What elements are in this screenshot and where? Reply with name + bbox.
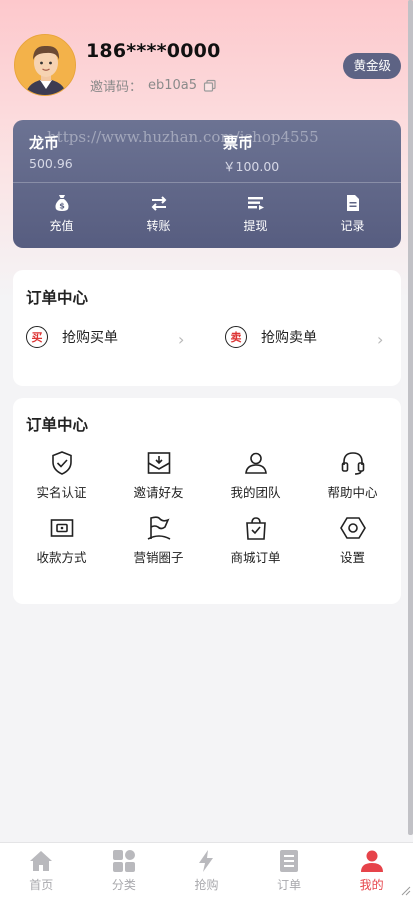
records-button[interactable]: 记录: [304, 193, 401, 243]
chevron-right-icon: ›: [377, 330, 384, 349]
menu-item-mall-orders[interactable]: 商城订单: [207, 515, 304, 566]
menu-item-help[interactable]: 帮助中心: [304, 450, 401, 501]
user-phone: 186****0000: [86, 40, 221, 62]
order-row-label: 抢购买单: [62, 330, 118, 346]
level-badge: 黄金级: [343, 53, 401, 79]
profile-header: 186****0000 邀请码： eb10a5 黄金级: [14, 34, 402, 100]
withdraw-button[interactable]: 提现: [207, 193, 304, 243]
order-center-card: 订单中心 买 抢购买单 › 卖 抢购卖单 ›: [13, 270, 401, 386]
withdraw-icon: [247, 197, 264, 210]
headset-icon: [341, 452, 364, 475]
chevron-right-icon: ›: [178, 330, 185, 349]
tab-label: 我的: [359, 878, 384, 892]
svg-text:$: $: [59, 202, 65, 211]
menu-item-label: 我的团队: [230, 485, 281, 500]
invite-code: eb10a5: [148, 78, 198, 93]
menu-item-real-name[interactable]: 实名认证: [13, 450, 110, 501]
person-icon: [244, 452, 267, 474]
balance-value: 500.96: [29, 156, 73, 171]
wallet-icon: [50, 519, 73, 537]
balance-value: ￥100.00: [223, 159, 280, 174]
recharge-button[interactable]: $ 充值: [13, 193, 110, 243]
copy-icon[interactable]: [203, 79, 217, 93]
invite-code-row: 邀请码： eb10a5: [90, 76, 217, 95]
tab-label: 订单: [277, 878, 302, 892]
menu-item-payment[interactable]: 收款方式: [13, 515, 110, 566]
tab-flash-buy[interactable]: 抢购: [165, 843, 248, 898]
order-list-icon: [280, 850, 299, 872]
lightning-icon: [199, 850, 214, 872]
card-title: 订单中心: [26, 416, 89, 434]
menu-item-label: 实名认证: [36, 485, 87, 500]
transfer-button[interactable]: 转账: [110, 193, 207, 243]
buy-tag-icon: 买: [26, 326, 48, 348]
action-label: 记录: [340, 219, 365, 233]
tab-label: 首页: [29, 878, 54, 892]
sell-tag-icon: 卖: [225, 326, 247, 348]
menu-item-team[interactable]: 我的团队: [207, 450, 304, 501]
service-menu-card: 订单中心 实名认证 邀请好友 我的团队 帮助中心 收款方式 营销圈子 商城订单: [13, 398, 401, 604]
shield-check-icon: [51, 451, 72, 475]
invite-label: 邀请码：: [90, 80, 143, 95]
menu-item-label: 收款方式: [36, 550, 87, 565]
wallet-divider: [13, 182, 401, 183]
menu-item-invite[interactable]: 邀请好友: [110, 450, 207, 501]
tab-label: 分类: [111, 878, 136, 892]
card-title: 订单中心: [26, 289, 89, 307]
bottom-tab-bar: 首页 分类 抢购 订单 我的: [0, 842, 413, 898]
money-bag-icon: $: [55, 195, 68, 211]
page-scrollbar[interactable]: [408, 0, 413, 835]
wallet-actions: $ 充值 转账 提现 记录: [13, 193, 401, 243]
menu-item-marketing[interactable]: 营销圈子: [110, 515, 207, 566]
category-grid-icon: [112, 850, 135, 872]
user-icon: [360, 850, 383, 872]
tab-category[interactable]: 分类: [83, 843, 166, 898]
menu-item-label: 帮助中心: [327, 485, 378, 500]
menu-item-label: 设置: [339, 550, 365, 565]
buy-orders-link[interactable]: 买 抢购买单: [26, 326, 118, 348]
service-grid: 实名认证 邀请好友 我的团队 帮助中心 收款方式 营销圈子 商城订单 设置: [13, 450, 401, 566]
shopping-bag-icon: [245, 517, 266, 540]
menu-item-label: 邀请好友: [133, 485, 184, 500]
tab-home[interactable]: 首页: [0, 843, 83, 898]
menu-item-settings[interactable]: 设置: [304, 515, 401, 566]
resize-handle-icon[interactable]: [399, 884, 411, 896]
action-label: 提现: [243, 219, 268, 233]
avatar[interactable]: [14, 34, 76, 96]
action-label: 转账: [146, 219, 171, 233]
sell-orders-link[interactable]: 卖 抢购卖单: [225, 326, 317, 348]
transfer-arrows-icon: [151, 196, 166, 211]
watermark-text: https://www.huzhan.com/ishop4555: [47, 128, 319, 146]
menu-item-label: 营销圈子: [133, 550, 184, 565]
menu-item-label: 商城订单: [230, 550, 281, 565]
action-label: 充值: [49, 219, 74, 233]
settings-hexagon-icon: [339, 517, 366, 539]
document-icon: [346, 195, 359, 211]
wallet-card: 龙币 500.96 票币 ￥100.00 https://www.huzhan.…: [13, 120, 401, 248]
tab-orders[interactable]: 订单: [248, 843, 331, 898]
tab-label: 抢购: [194, 878, 219, 892]
home-icon: [30, 851, 53, 871]
invite-envelope-icon: [147, 452, 170, 474]
order-row-label: 抢购卖单: [261, 330, 317, 346]
flag-icon: [147, 516, 170, 540]
